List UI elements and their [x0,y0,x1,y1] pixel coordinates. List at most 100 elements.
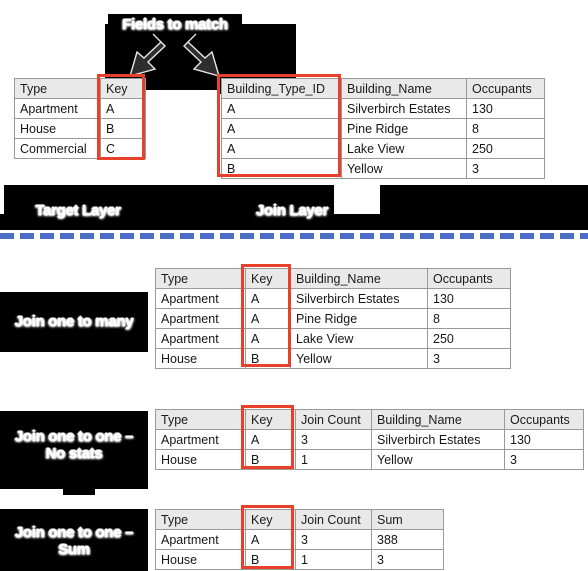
cell-type: Commercial [14,138,101,159]
cell-building-name: Yellow [371,449,505,470]
cell-type: House [155,348,246,369]
table-row: House B Yellow 3 [155,348,511,369]
table-header-row: Type Key [14,78,146,99]
cell-type: House [155,449,246,470]
cell-key: B [245,449,296,470]
cell-occupants: 130 [504,429,584,450]
cell-type: Apartment [155,328,246,349]
column-header-sum: Sum [371,509,444,530]
divider-dashes [0,233,588,239]
cell-occupants: 3 [427,348,511,369]
cell-occupants: 250 [466,138,545,159]
table-header-row: Type Key Join Count Building_Name Occupa… [155,409,584,430]
cell-type: House [14,118,101,139]
layer-divider [0,233,588,242]
join-layer-band-right [334,214,588,230]
cell-occupants: 3 [466,158,545,179]
join-one-to-one-no-stats-table: Type Key Join Count Building_Name Occupa… [155,409,584,470]
table-row: Apartment A 3 Silverbirch Estates 130 [155,429,584,450]
cell-building-name: Silverbirch Estates [341,98,467,119]
cell-building-name: Yellow [341,158,467,179]
column-header-type: Type [155,509,246,530]
cell-key: A [245,308,291,329]
cell-sum: 388 [371,529,444,550]
join-one-to-many-label: Join one to many [14,313,134,330]
column-header-building-name: Building_Name [290,268,428,289]
column-header-type: Type [155,268,246,289]
column-header-occupants: Occupants [427,268,511,289]
cell-type: Apartment [14,98,101,119]
join-one-to-many-table: Type Key Building_Name Occupants Apartme… [155,268,511,369]
table-row: B Yellow 3 [221,158,545,179]
join-one-to-one-sum-table: Type Key Join Count Sum Apartment A 3 38… [155,509,444,570]
column-header-join-count: Join Count [295,509,372,530]
cell-building-name: Yellow [290,348,428,369]
table-row: House B [14,118,146,139]
cell-occupants: 8 [427,308,511,329]
table-row: Commercial C [14,138,146,159]
column-header-key: Key [100,78,146,99]
cell-type: Apartment [155,288,246,309]
cell-building-name: Lake View [341,138,467,159]
table-row: Apartment A Silverbirch Estates 130 [155,288,511,309]
table-header-row: Building_Type_ID Building_Name Occupants [221,78,545,99]
cell-building-type-id: A [221,118,342,139]
cell-join-count: 1 [295,449,372,470]
cell-occupants: 130 [466,98,545,119]
cell-key: A [245,328,291,349]
table-row: A Lake View 250 [221,138,545,159]
fields-to-match-label: Fields to match [122,16,228,33]
cell-building-name: Lake View [290,328,428,349]
table-header-row: Type Key Building_Name Occupants [155,268,511,289]
cell-join-count: 3 [295,429,372,450]
column-header-key: Key [245,268,291,289]
cell-key: A [100,98,146,119]
cell-sum: 3 [371,549,444,570]
cell-building-name: Pine Ridge [290,308,428,329]
join-one-to-one-sum-label: Join one to one – Sum [14,524,134,558]
column-header-building-name: Building_Name [341,78,467,99]
cell-building-type-id: B [221,158,342,179]
cell-join-count: 1 [295,549,372,570]
column-header-occupants: Occupants [504,409,584,430]
table-row: Apartment A [14,98,146,119]
cell-occupants: 130 [427,288,511,309]
cell-key: B [245,348,291,369]
cell-key: C [100,138,146,159]
cell-type: House [155,549,246,570]
cell-building-type-id: A [221,138,342,159]
column-header-type: Type [155,409,246,430]
cell-key: A [245,529,296,550]
cell-type: Apartment [155,529,246,550]
cell-key: A [245,429,296,450]
cell-occupants: 3 [504,449,584,470]
cell-join-count: 3 [295,529,372,550]
cell-key: B [100,118,146,139]
column-header-type: Type [14,78,101,99]
join-layer-band-right-top [380,185,588,214]
column-header-building-name: Building_Name [371,409,505,430]
table-row: Apartment A Pine Ridge 8 [155,308,511,329]
column-header-key: Key [245,409,296,430]
cell-occupants: 250 [427,328,511,349]
column-header-building-type-id: Building_Type_ID [221,78,342,99]
cell-building-type-id: A [221,98,342,119]
table-row: A Pine Ridge 8 [221,118,545,139]
join-layer-table: Building_Type_ID Building_Name Occupants… [221,78,545,179]
cell-key: B [245,549,296,570]
join-layer-label: Join Layer [255,202,329,219]
target-layer-table: Type Key Apartment A House B Commercial … [14,78,146,159]
table-row: Apartment A Lake View 250 [155,328,511,349]
cell-key: A [245,288,291,309]
column-header-occupants: Occupants [466,78,545,99]
table-row: House B 1 Yellow 3 [155,449,584,470]
table-row: Apartment A 3 388 [155,529,444,550]
cell-type: Apartment [155,429,246,450]
cell-building-name: Silverbirch Estates [290,288,428,309]
cell-occupants: 8 [466,118,545,139]
cell-type: Apartment [155,308,246,329]
table-row: A Silverbirch Estates 130 [221,98,545,119]
table-header-row: Type Key Join Count Sum [155,509,444,530]
join-one-to-one-no-stats-label: Join one to one – No stats [14,428,134,462]
table-row: House B 1 3 [155,549,444,570]
